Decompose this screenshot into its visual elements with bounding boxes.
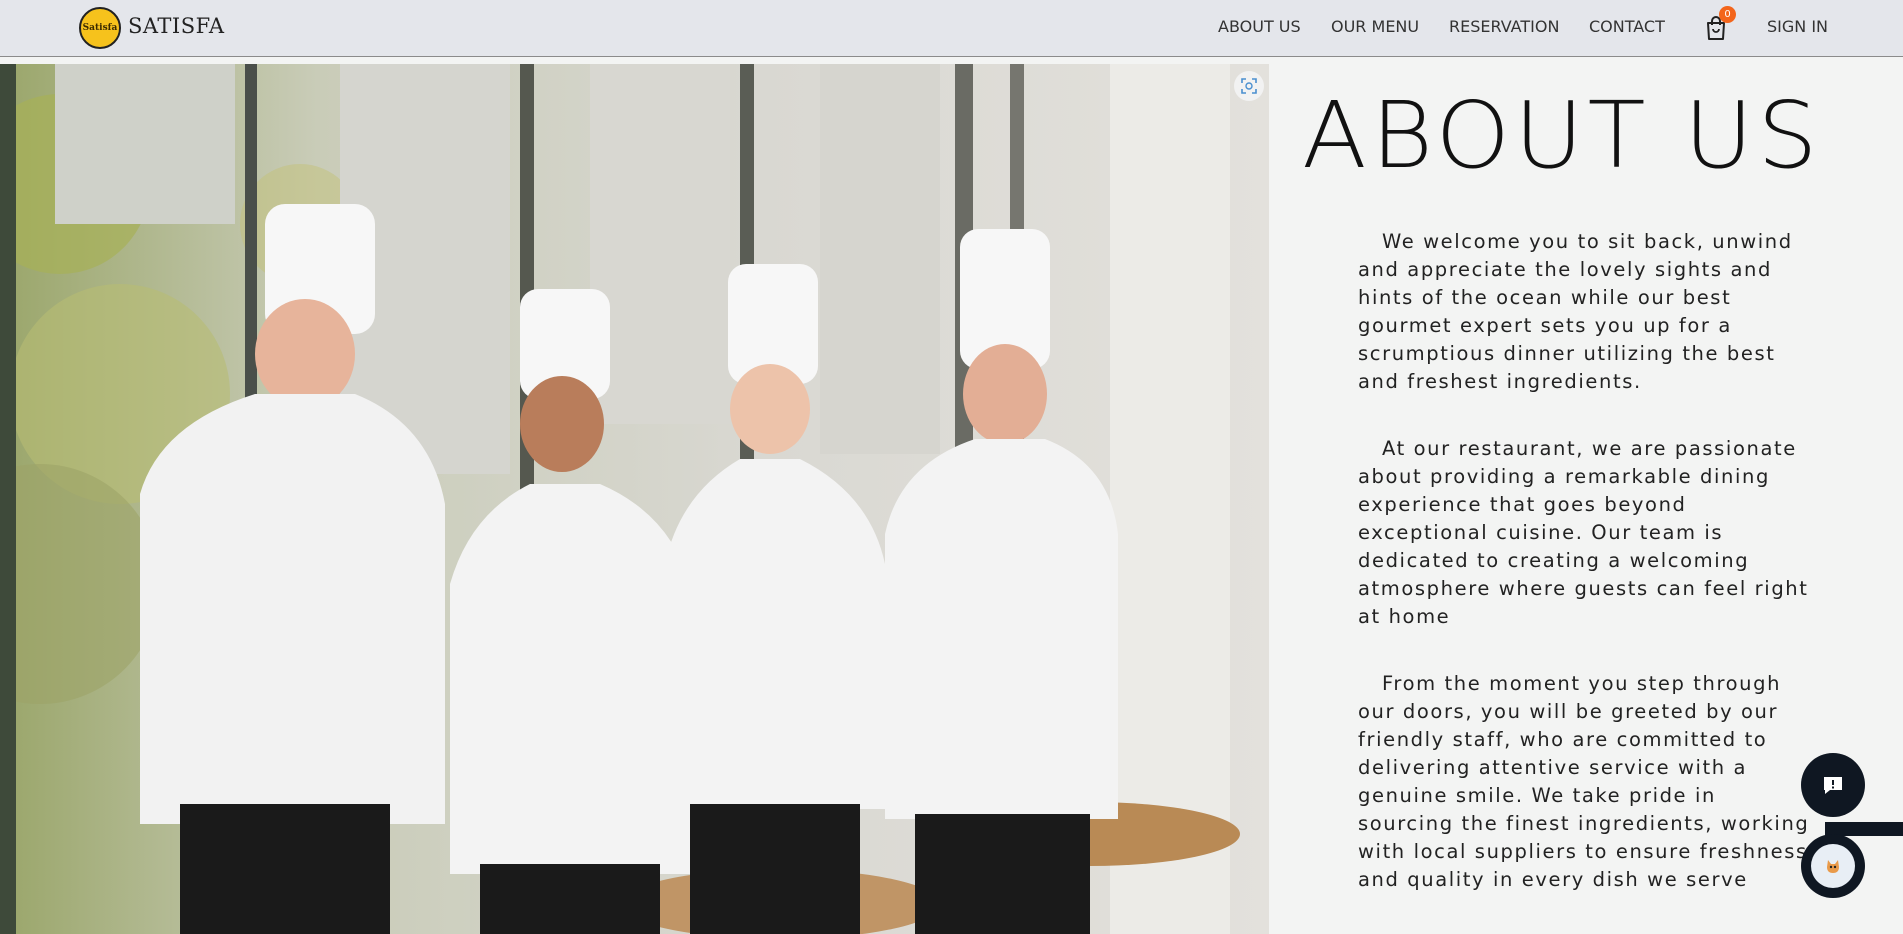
nav-about-us[interactable]: ABOUT US [1218, 17, 1301, 36]
site-header: Satisfa SATISFA ABOUT US OUR MENU RESERV… [0, 0, 1903, 57]
about-paragraph-1: We welcome you to sit back, unwind and a… [1358, 230, 1793, 393]
nav-contact[interactable]: CONTACT [1589, 17, 1665, 36]
nav-sign-in[interactable]: SIGN IN [1767, 17, 1828, 36]
expand-scan-icon[interactable] [1234, 71, 1264, 101]
nav-reservation[interactable]: RESERVATION [1449, 17, 1559, 36]
feedback-chat-icon[interactable] [1801, 753, 1865, 817]
about-paragraph-3: From the moment you step through our doo… [1358, 672, 1810, 891]
logo-text: Satisfa [82, 23, 118, 33]
brand-name[interactable]: SATISFA [128, 14, 225, 38]
brand-logo[interactable]: Satisfa [79, 7, 121, 49]
page-title: ABOUT US [1302, 82, 1822, 189]
nav-our-menu[interactable]: OUR MENU [1331, 17, 1419, 36]
about-paragraph-2: At our restaurant, we are passionate abo… [1358, 437, 1809, 628]
assistant-avatar-icon[interactable] [1801, 834, 1865, 898]
chefs-team-photo [0, 64, 1269, 934]
cart-count-badge: 0 [1719, 6, 1736, 23]
